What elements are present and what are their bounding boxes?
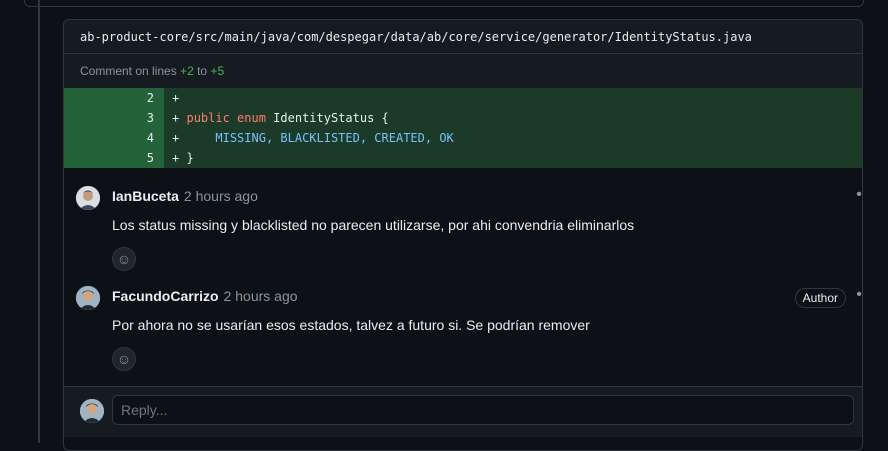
timestamp[interactable]: 2 hours ago [184, 188, 258, 204]
line-number[interactable]: 3 [64, 108, 164, 128]
diff-sign: + [172, 91, 180, 105]
comment-on-lines: Comment on lines +2 to +5 [64, 54, 862, 88]
line-number[interactable]: 2 [64, 88, 164, 108]
timeline-line [38, 0, 40, 443]
code-line: + [164, 88, 862, 108]
author-badge: Author [794, 288, 846, 308]
to-word: to [197, 64, 208, 78]
code-rest: IdentityStatus { [265, 111, 389, 125]
code-line: + public enum IdentityStatus { [164, 108, 862, 128]
reply-area [64, 386, 862, 437]
diff-line: 5 + } [64, 148, 862, 168]
avatar[interactable] [76, 186, 100, 210]
line-number[interactable]: 5 [64, 148, 164, 168]
smiley-icon[interactable]: ☺ [112, 347, 136, 371]
previous-item-edge [24, 0, 864, 7]
diff-sign: + [172, 151, 180, 165]
kebab-horizontal-icon[interactable]: ••• [856, 186, 862, 204]
diff-line: 2 + [64, 88, 862, 108]
file-path[interactable]: ab-product-core/src/main/java/com/despeg… [80, 30, 752, 44]
reply-input[interactable] [112, 395, 854, 425]
code-keywords: public enum [186, 111, 266, 125]
diff-hunk: 2 + 3 + public enum IdentityStatus { 4 +… [64, 88, 862, 168]
code-line: + MISSING, BLACKLISTED, CREATED, OK [164, 128, 862, 148]
comment-on-prefix: Comment on lines [80, 64, 177, 78]
author-name[interactable]: FacundoCarrizo [112, 288, 219, 304]
comment-body: Los status missing y blacklisted no pare… [112, 217, 635, 233]
code-text: } [186, 151, 194, 165]
comment-header: IanBuceta 2 hours ago [112, 188, 258, 204]
line-end: +5 [210, 64, 225, 78]
enum-constants: MISSING, BLACKLISTED, CREATED, OK [186, 131, 454, 145]
kebab-horizontal-icon[interactable]: ••• [856, 286, 862, 304]
comment-header: FacundoCarrizo 2 hours ago [112, 288, 298, 304]
diff-sign: + [172, 111, 180, 125]
diff-line: 4 + MISSING, BLACKLISTED, CREATED, OK [64, 128, 862, 148]
avatar [80, 399, 104, 423]
timestamp[interactable]: 2 hours ago [224, 288, 298, 304]
smiley-icon[interactable]: ☺ [112, 247, 136, 271]
author-name[interactable]: IanBuceta [112, 188, 179, 204]
review-thread: ab-product-core/src/main/java/com/despeg… [63, 19, 863, 451]
review-comment: FacundoCarrizo 2 hours ago Author ••• Po… [64, 273, 862, 383]
file-path-header: ab-product-core/src/main/java/com/despeg… [64, 20, 862, 54]
line-start: +2 [180, 64, 194, 78]
diff-line: 3 + public enum IdentityStatus { [64, 108, 862, 128]
avatar[interactable] [76, 286, 100, 310]
comment-body: Por ahora no se usarían esos estados, ta… [112, 317, 590, 333]
code-line: + } [164, 148, 862, 168]
review-comment: IanBuceta 2 hours ago ••• Los status mis… [64, 173, 862, 273]
diff-sign: + [172, 131, 180, 145]
line-number[interactable]: 4 [64, 128, 164, 148]
